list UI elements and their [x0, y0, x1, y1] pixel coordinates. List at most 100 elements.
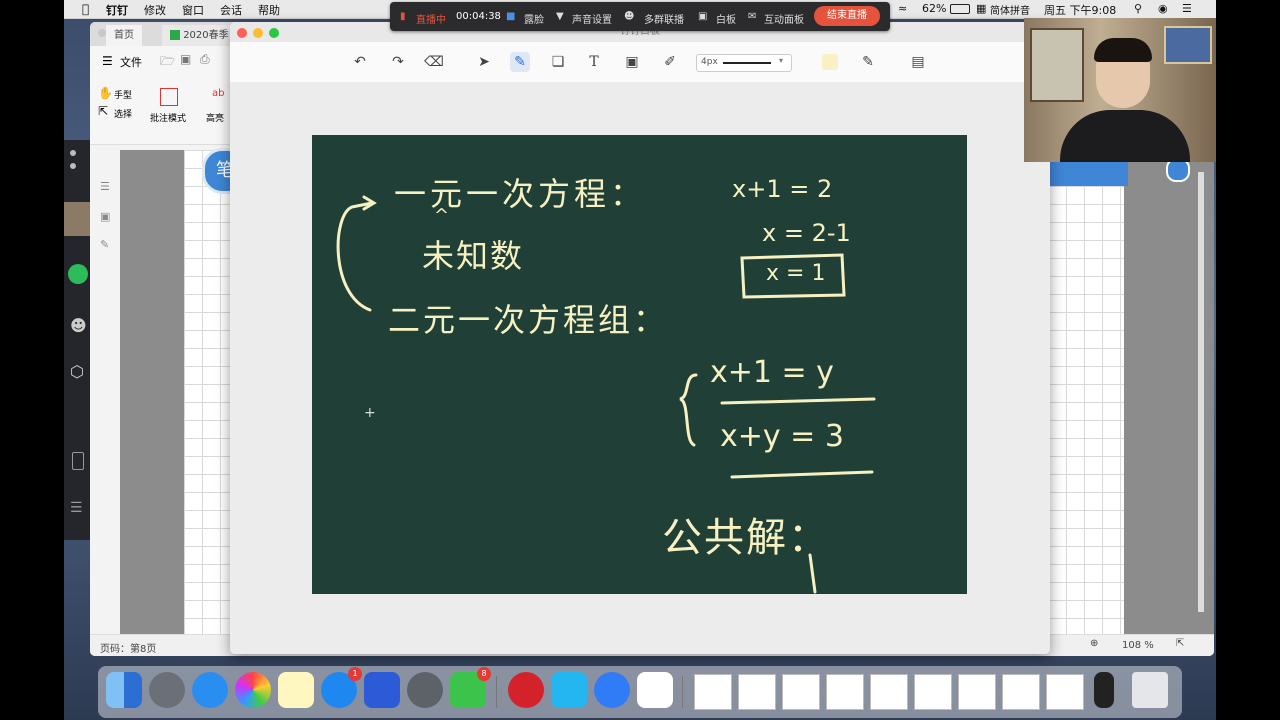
zoom-window-icon[interactable] — [269, 28, 279, 38]
launchpad-icon[interactable] — [149, 672, 185, 708]
minimize-window-icon[interactable] — [253, 28, 263, 38]
tab-home[interactable]: 首页 — [106, 25, 142, 46]
window-thumbnail-6[interactable] — [958, 674, 996, 710]
window-thumbnail-5[interactable] — [914, 674, 952, 710]
window-thumbnail-7[interactable] — [1002, 674, 1040, 710]
highlight-icon[interactable]: ab — [212, 88, 224, 99]
thumbnail-icon[interactable]: ▣ — [100, 210, 110, 223]
device-icon[interactable] — [1094, 672, 1114, 708]
color-swatch[interactable] — [822, 54, 838, 70]
window-thumbnail-1[interactable] — [738, 674, 776, 710]
chat-icon[interactable] — [68, 264, 88, 284]
photos-icon[interactable] — [235, 672, 271, 708]
camera-icon[interactable]: ■ — [506, 11, 515, 22]
line-two-variable: 二元一次方程组： — [388, 301, 669, 339]
menu-edit[interactable]: 修改 — [144, 2, 166, 18]
highlight-button[interactable]: 高亮 — [206, 111, 224, 124]
phone-icon[interactable] — [72, 452, 84, 470]
workspace-icon[interactable]: ⬡ — [70, 362, 84, 381]
dingtalk-sidebar: ☻ ⬡ ☰ — [64, 140, 90, 540]
menu-icon[interactable]: ☰ — [102, 54, 113, 68]
finder-icon[interactable] — [106, 672, 142, 708]
wps-icon[interactable] — [364, 672, 400, 708]
fullscreen-icon[interactable]: ⇱ — [1176, 638, 1184, 649]
eraser-icon[interactable]: ⌫ — [424, 52, 444, 72]
contacts-icon[interactable]: ☻ — [70, 316, 87, 335]
whiteboard-button[interactable]: 白板 — [716, 11, 736, 26]
tab-document[interactable]: 2020春季 — [162, 25, 237, 46]
tencent-video-icon[interactable] — [551, 672, 587, 708]
live-stream-bar: ▮ 直播中 00:04:38 ■ 露脸 ▼ 声音设置 ☻ 多群联播 ▣ 白板 ✉… — [390, 2, 890, 31]
battery-icon[interactable] — [950, 4, 970, 14]
zoom-in-icon[interactable]: ⊕ — [1090, 638, 1098, 649]
select-tool-label[interactable]: 选择 — [114, 107, 132, 120]
window-thumbnail-3[interactable] — [826, 674, 864, 710]
menu-help[interactable]: 帮助 — [258, 2, 280, 18]
app-name-menu[interactable]: 钉钉 — [106, 2, 128, 18]
app-store-icon[interactable]: 1 — [321, 667, 362, 708]
apple-icon[interactable]:  — [82, 2, 89, 16]
brush-icon[interactable]: ✐ — [660, 52, 680, 72]
menu-window[interactable]: 窗口 — [182, 2, 204, 18]
interactive-panel-icon[interactable]: ✉ — [748, 11, 756, 22]
audio-settings-button[interactable]: 声音设置 — [572, 11, 612, 26]
face-button[interactable]: 露脸 — [524, 11, 544, 26]
select-arrow-icon[interactable]: ⇱ — [98, 104, 108, 118]
webcam-feed[interactable] — [1024, 18, 1216, 162]
shape-icon[interactable]: ❏ — [548, 52, 568, 72]
menu-session[interactable]: 会话 — [220, 2, 242, 18]
edit-icon[interactable]: ✎ — [858, 52, 878, 72]
image-icon[interactable]: ▣ — [622, 52, 642, 72]
undo-icon[interactable]: ↶ — [350, 52, 370, 72]
interactive-panel-button[interactable]: 互动面板 — [764, 11, 804, 26]
annotate-icon[interactable] — [160, 88, 178, 106]
whiteboard-icon[interactable]: ▣ — [698, 11, 707, 22]
window-thumbnail-8[interactable] — [1046, 674, 1084, 710]
system-preferences-icon[interactable] — [407, 672, 443, 708]
baidu-netdisk-icon[interactable] — [637, 672, 673, 708]
zoom-level[interactable]: 108 % — [1122, 640, 1154, 651]
text-tool-icon[interactable]: T — [584, 52, 604, 72]
arrow-curve — [336, 195, 377, 312]
dingtalk-icon[interactable] — [594, 672, 630, 708]
outline-icon[interactable]: ☰ — [100, 180, 110, 193]
clock[interactable]: 周五 下午9:08 — [1044, 2, 1116, 18]
save-icon[interactable]: ▣ — [180, 52, 191, 66]
group-icon[interactable]: ☻ — [624, 11, 634, 22]
pdf-scrollbar[interactable] — [1198, 172, 1204, 612]
window-thumbnail-2[interactable] — [782, 674, 820, 710]
save-board-icon[interactable]: ▤ — [908, 52, 928, 72]
pen-icon[interactable]: ✎ — [510, 52, 530, 72]
trash-icon[interactable] — [1132, 672, 1168, 708]
end-live-button[interactable]: 结束直播 — [814, 6, 880, 26]
microphone-icon[interactable]: ▼ — [556, 11, 564, 22]
live-indicator-icon: ▮ — [400, 11, 406, 22]
multi-group-button[interactable]: 多群联播 — [644, 11, 684, 26]
input-method-icon[interactable]: ▦ — [976, 2, 986, 15]
spotlight-icon[interactable]: ⚲ — [1134, 2, 1142, 15]
window-thumbnail-4[interactable] — [870, 674, 908, 710]
annotate-mode-button[interactable]: 批注模式 — [150, 111, 186, 124]
hand-tool-label[interactable]: 手型 — [114, 88, 132, 101]
avatar[interactable] — [64, 202, 90, 236]
notes-icon[interactable] — [278, 672, 314, 708]
chalkboard[interactable]: 一元一次方程： ^ 未知数 二元一次方程组： x+1 = 2 x = 2-1 x… — [312, 135, 967, 594]
netease-music-icon[interactable] — [508, 672, 544, 708]
comment-icon[interactable]: ✎ — [100, 238, 109, 251]
redo-icon[interactable]: ↷ — [388, 52, 408, 72]
select-pointer-icon[interactable]: ➤ — [474, 52, 494, 72]
siri-icon[interactable]: ◉ — [1158, 2, 1168, 15]
notification-center-icon[interactable]: ☰ — [1182, 2, 1192, 15]
close-window-icon[interactable] — [237, 28, 247, 38]
open-icon[interactable]: 🗁 — [160, 52, 175, 73]
hand-icon[interactable]: ✋ — [98, 86, 113, 100]
wifi-icon[interactable]: ≈ — [898, 2, 907, 15]
file-menu[interactable]: 文件 — [120, 54, 142, 70]
stroke-size-select[interactable]: 4px ▾ — [696, 54, 792, 72]
safari-icon[interactable] — [192, 672, 228, 708]
document-thumbnail[interactable] — [694, 674, 732, 710]
wechat-icon[interactable]: 8 — [450, 667, 491, 708]
print-icon[interactable]: ⎙ — [200, 52, 210, 67]
more-menu-icon[interactable]: ☰ — [70, 500, 83, 516]
input-method-label[interactable]: 简体拼音 — [990, 2, 1030, 17]
